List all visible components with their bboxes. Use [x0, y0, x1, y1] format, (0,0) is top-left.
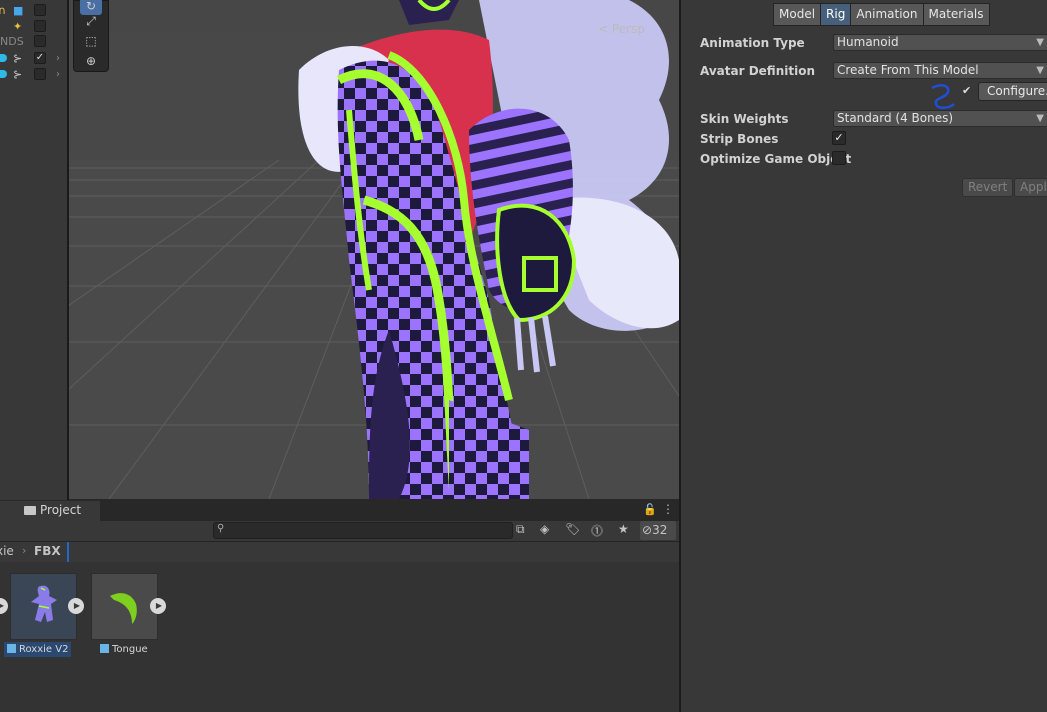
apply-button[interactable]: Apply [1014, 178, 1047, 197]
model-preview-icon [31, 585, 57, 622]
toggle-checkbox[interactable]: ✓ [34, 52, 46, 64]
visibility-icon[interactable] [0, 70, 7, 78]
skin-weights-label: Skin Weights [700, 112, 789, 126]
mesh-preview-icon [110, 593, 137, 624]
optimize-game-object-label: Optimize Game Object [700, 152, 852, 166]
skin-weights-dropdown[interactable]: Standard (4 Bones) ▼ [833, 110, 1047, 127]
more-options-icon[interactable]: ⋮ [662, 502, 674, 516]
avatar-definition-value: Create From This Model [837, 63, 979, 77]
configure-button[interactable]: Configure... [978, 82, 1047, 101]
scene-tool-palette: ↻ ⤢ ⬚ ⊕ [73, 0, 109, 72]
search-icon: ⚲ [217, 523, 225, 534]
inspector-panel [679, 0, 1047, 712]
light-icon: ✦ [13, 19, 23, 33]
skin-weights-value: Standard (4 Bones) [837, 111, 954, 125]
camera-icon: ■ [13, 3, 24, 17]
filter-by-label-icon[interactable]: 🏷 [565, 522, 580, 536]
transform-tool-icon[interactable]: ⊕ [80, 52, 102, 70]
tab-animation[interactable]: Animation [850, 3, 924, 26]
folder-icon [24, 506, 36, 515]
hierarchy-row-bounds[interactable]: NDS [0, 33, 68, 49]
optimize-game-object-checkbox[interactable] [832, 151, 846, 165]
scene-viewport [69, 0, 679, 499]
rect-tool-icon[interactable]: ⬚ [80, 32, 102, 50]
search-input[interactable] [213, 522, 513, 539]
asset-thumbnail-tongue[interactable] [91, 573, 158, 640]
chevron-right-icon: › [22, 544, 27, 557]
animation-type-dropdown[interactable]: Humanoid ▼ [833, 34, 1047, 51]
headphones-icon: ∩ [0, 3, 7, 17]
toggle-checkbox[interactable] [34, 68, 46, 80]
asset-label[interactable]: Roxxie V2 [4, 642, 72, 657]
hierarchy-row-camera[interactable]: ∩ ■ [0, 2, 68, 18]
breadcrumb-item[interactable]: FBX [34, 544, 61, 558]
chevron-right-icon[interactable]: › [56, 53, 60, 64]
chevron-down-icon: ▼ [1036, 37, 1044, 48]
tab-materials[interactable]: Materials [922, 3, 990, 26]
camera-mode-label[interactable]: < Persp [598, 22, 645, 36]
project-tabbar [0, 500, 679, 521]
visibility-icon[interactable] [0, 54, 7, 62]
lock-icon[interactable]: 🔓 [643, 503, 657, 516]
hierarchy-row-model-2[interactable]: ⊱ › [0, 66, 68, 82]
eye-slash-icon: ⊘ [642, 523, 653, 537]
tab-model[interactable]: Model [773, 3, 822, 26]
hierarchy-row-model-1[interactable]: ⊱ ✓ › [0, 50, 68, 66]
checkmark-icon: ✔ [962, 84, 972, 97]
strip-bones-checkbox[interactable]: ✓ [832, 131, 846, 145]
tab-rig[interactable]: Rig [820, 3, 852, 26]
avatar-definition-label: Avatar Definition [700, 64, 815, 78]
prefab-branch-icon: ⊱ [13, 51, 23, 65]
filter-by-type-icon[interactable]: ◈ [540, 522, 549, 536]
chevron-down-icon: ▼ [1036, 65, 1044, 76]
hierarchy-label: NDS [0, 34, 24, 48]
asset-thumbnail-roxxie[interactable] [10, 573, 77, 640]
breadcrumb [0, 542, 679, 562]
revert-button[interactable]: Revert [962, 178, 1014, 197]
import-settings-tabs: Model Rig Animation Materials [773, 3, 990, 26]
search-by-type-icon[interactable]: ⧉ [516, 522, 525, 537]
animation-type-value: Humanoid [837, 35, 899, 49]
breadcrumb-item[interactable]: xie [0, 544, 14, 558]
hierarchy-panel: ∩ ■ ✦ NDS ⊱ ✓ › ⊱ › [0, 0, 68, 500]
scale-tool-icon[interactable]: ⤢ [80, 12, 102, 30]
toggle-checkbox[interactable] [34, 20, 46, 32]
favorite-star-icon[interactable]: ★ [618, 522, 629, 536]
asset-label[interactable]: Tongue [97, 642, 151, 657]
avatar-definition-dropdown[interactable]: Create From This Model ▼ [833, 62, 1047, 79]
pen-annotation-mark [931, 84, 955, 109]
project-tab-label: Project [40, 503, 82, 517]
hidden-packages-toggle[interactable]: ⊘32 [640, 521, 676, 540]
toggle-checkbox[interactable] [34, 35, 46, 47]
expand-play-icon[interactable]: ▶ [150, 598, 166, 614]
chevron-down-icon: ▼ [1036, 113, 1044, 124]
strip-bones-label: Strip Bones [700, 132, 779, 146]
prefab-branch-icon: ⊱ [13, 67, 23, 81]
scene-view[interactable] [69, 0, 679, 499]
chevron-right-icon[interactable]: › [56, 69, 60, 80]
model-cube-icon [100, 644, 109, 653]
hidden-count: 32 [652, 523, 668, 537]
hierarchy-row-light[interactable]: ✦ [0, 18, 68, 34]
animation-type-label: Animation Type [700, 36, 805, 50]
expand-play-icon[interactable]: ▶ [68, 598, 84, 614]
log-types-icon[interactable]: ⓵ [591, 522, 603, 539]
toggle-checkbox[interactable] [34, 4, 46, 16]
model-cube-icon [7, 644, 16, 653]
